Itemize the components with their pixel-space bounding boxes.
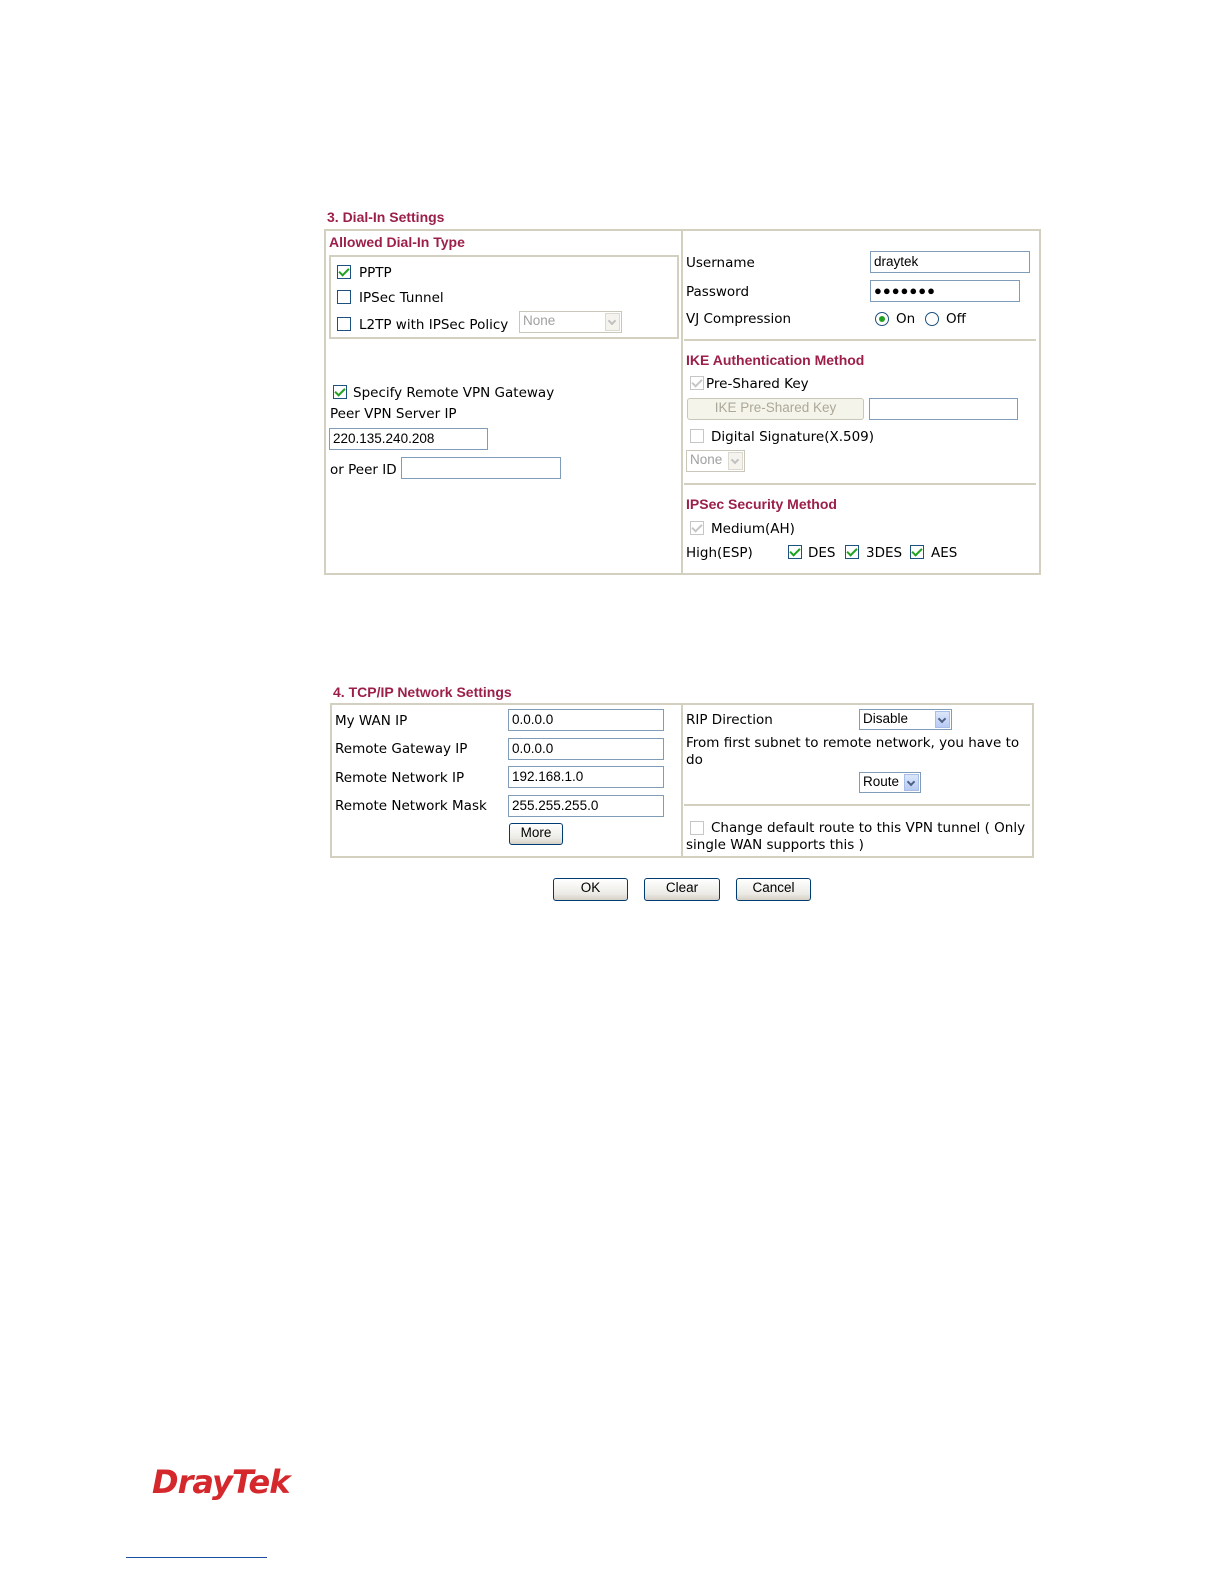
password-label: Password [686,284,750,300]
l2tp-label: L2TP with IPSec Policy [359,317,509,333]
ike-psk-input[interactable] [869,398,1018,420]
pptp-checkbox[interactable] [337,265,351,279]
vj-on-radio[interactable] [875,312,889,326]
des-label: DES [808,545,836,561]
ipsec-security-title: IPSec Security Method [686,496,837,512]
subnet-mode-value: Route [863,774,900,789]
remote-gateway-ip-input[interactable]: 0.0.0.0 [508,738,664,760]
dial-in-divider [681,230,683,574]
des-checkbox[interactable] [788,545,802,559]
tcpip-divider [681,704,683,857]
aes-checkbox[interactable] [910,545,924,559]
subnet-mode-select[interactable]: Route [859,772,921,793]
ike-divider [684,339,1036,341]
peer-server-ip-label: Peer VPN Server IP [330,406,457,422]
chevron-down-icon [728,452,743,470]
route-divider [684,804,1030,806]
digital-signature-value: None [690,452,723,467]
pre-shared-key-checkbox[interactable] [690,376,704,390]
specify-gateway-label: Specify Remote VPN Gateway [353,385,555,401]
subnet-text: From first subnet to remote network, you… [686,735,1020,768]
3des-checkbox[interactable] [845,545,859,559]
peer-id-label: or Peer ID [330,462,397,478]
dial-in-section-title: 3. Dial-In Settings [327,209,445,225]
footer-rule [126,1557,267,1558]
my-wan-ip-label: My WAN IP [335,713,408,729]
ipsec-divider [684,483,1036,485]
password-input[interactable]: ●●●●●●● [870,280,1020,302]
ike-psk-button[interactable]: IKE Pre-Shared Key [687,398,864,420]
draytek-logo: DrayTek [152,1463,290,1501]
ok-button[interactable]: OK [553,878,628,901]
3des-label: 3DES [866,545,903,561]
vj-compression-label: VJ Compression [686,311,792,327]
peer-id-input[interactable] [401,457,561,479]
clear-button[interactable]: Clear [644,878,720,901]
rip-direction-label: RIP Direction [686,712,773,728]
rip-direction-value: Disable [863,711,909,726]
peer-server-ip-input[interactable]: 220.135.240.208 [329,428,488,450]
ipsec-tunnel-checkbox[interactable] [337,290,351,304]
allowed-dial-in-title: Allowed Dial-In Type [329,234,465,250]
l2tp-policy-value: None [523,313,556,328]
l2tp-policy-select[interactable]: None [519,311,622,333]
remote-network-ip-input[interactable]: 192.168.1.0 [508,766,664,788]
username-label: Username [686,255,755,271]
ike-auth-title: IKE Authentication Method [686,352,865,368]
specify-gateway-checkbox[interactable] [333,385,347,399]
digital-signature-label: Digital Signature(X.509) [711,429,875,445]
rip-direction-select[interactable]: Disable [859,709,952,730]
tcpip-section-title: 4. TCP/IP Network Settings [333,684,512,700]
username-input[interactable]: draytek [870,251,1030,273]
ipsec-tunnel-label: IPSec Tunnel [359,290,444,306]
digital-signature-select[interactable]: None [686,450,745,472]
vj-off-radio[interactable] [925,312,939,326]
remote-network-mask-label: Remote Network Mask [335,798,487,814]
vj-off-label: Off [946,311,966,327]
remote-network-ip-label: Remote Network IP [335,770,465,786]
digital-signature-checkbox[interactable] [690,429,704,443]
default-route-label: Change default route to this VPN tunnel … [686,820,1026,853]
remote-gateway-ip-label: Remote Gateway IP [335,741,468,757]
medium-ah-label: Medium(AH) [711,521,795,537]
medium-ah-checkbox[interactable] [690,521,704,535]
cancel-button[interactable]: Cancel [736,878,811,901]
aes-label: AES [931,545,958,561]
my-wan-ip-input[interactable]: 0.0.0.0 [508,709,664,731]
chevron-down-icon [935,711,950,728]
chevron-down-icon [904,774,919,791]
more-button[interactable]: More [509,823,563,845]
high-esp-label: High(ESP) [686,545,753,561]
chevron-down-icon [605,313,620,331]
l2tp-checkbox[interactable] [337,317,351,331]
vj-on-label: On [896,311,916,327]
pptp-label: PPTP [359,265,392,281]
remote-network-mask-input[interactable]: 255.255.255.0 [508,795,664,817]
pre-shared-key-label: Pre-Shared Key [706,376,809,392]
